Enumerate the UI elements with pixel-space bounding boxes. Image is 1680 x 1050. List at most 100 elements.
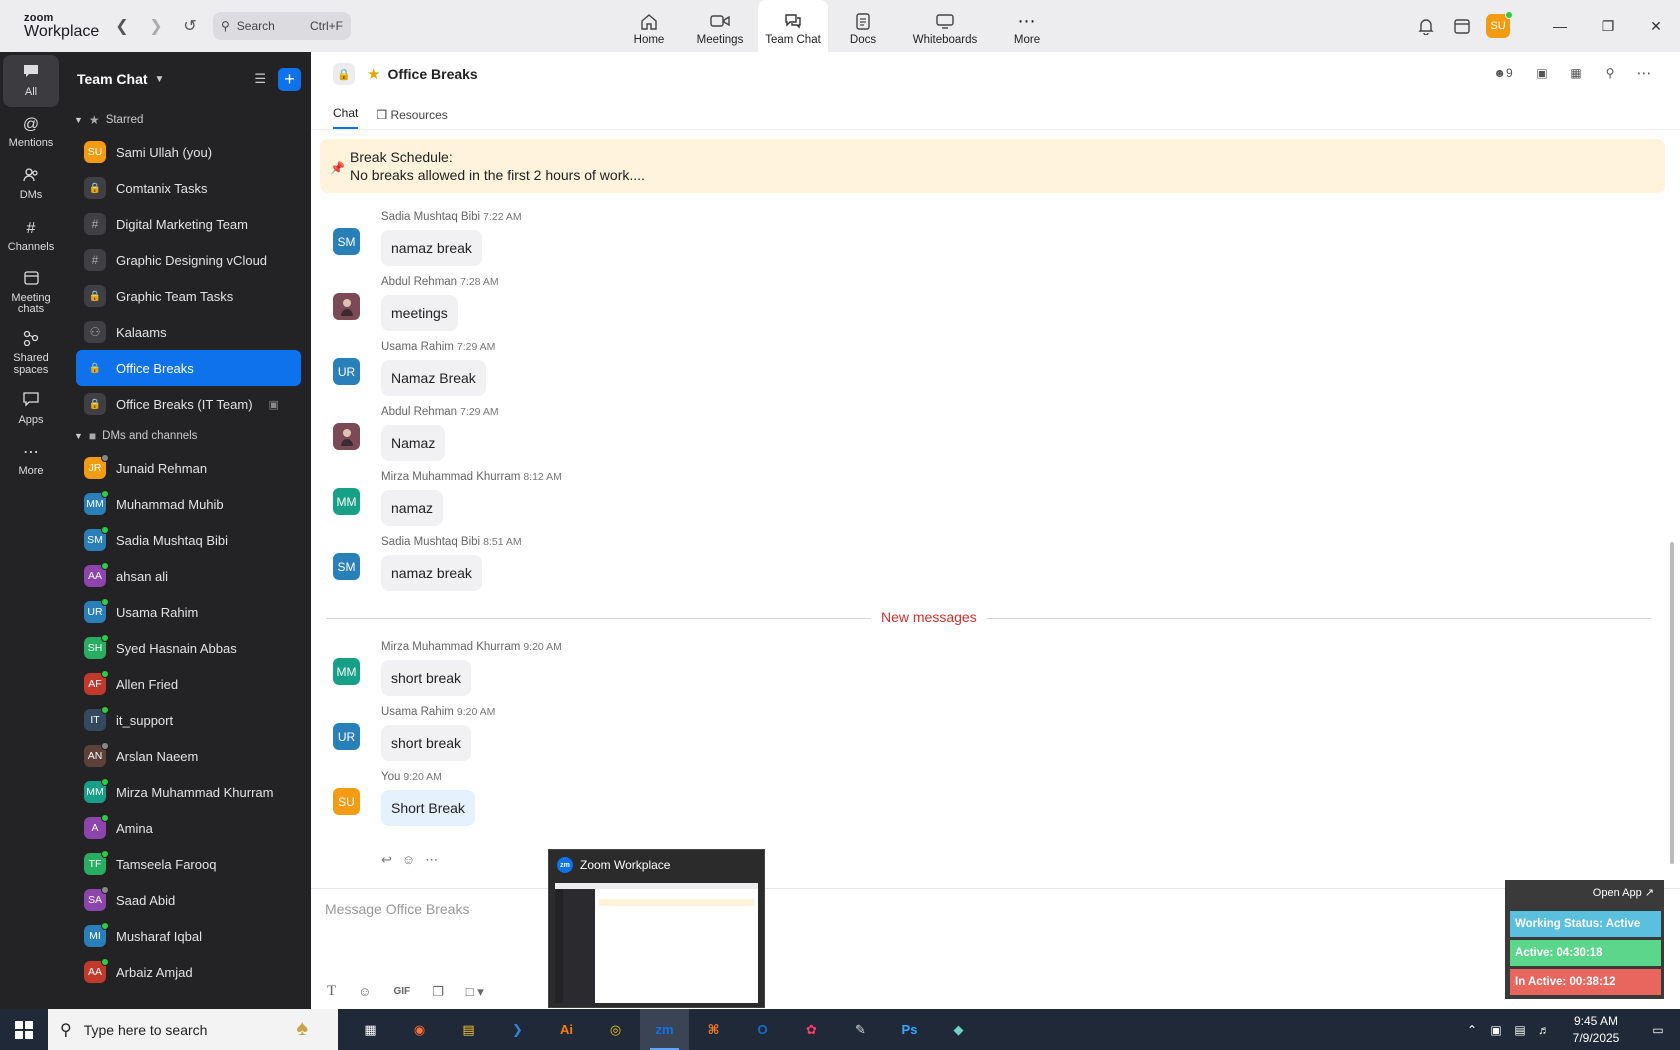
sender-name[interactable]: Sadia Mushtaq Bibi [381, 211, 480, 223]
members-button[interactable]: ☻9 [1488, 66, 1518, 80]
sidebar-item-dm[interactable]: SM Sadia Mushtaq Bibi [62, 522, 301, 558]
rail-meeting-chats[interactable]: Meeting chats [0, 263, 62, 323]
message-bubble[interactable]: namaz break [381, 555, 482, 591]
taskbar-app-outlook[interactable]: O [738, 1009, 787, 1050]
sender-name[interactable]: Abdul Rehman [381, 276, 457, 288]
avatar[interactable] [333, 293, 360, 320]
tab-meetings[interactable]: Meetings [682, 0, 758, 52]
sender-name[interactable]: Usama Rahim [381, 341, 454, 353]
section-dms[interactable]: ▼ ■ DMs and channels [62, 422, 311, 450]
device-icon[interactable]: ▣ [1484, 1023, 1508, 1037]
sidebar-item-dm[interactable]: AN Arslan Naeem [62, 738, 301, 774]
sidebar-item-dm[interactable]: AA ahsan ali [62, 558, 301, 594]
tab-chat[interactable]: Chat [333, 106, 359, 129]
sidebar-item-dm[interactable]: SA Saad Abid [62, 882, 301, 918]
minimize-button[interactable]: — [1536, 18, 1584, 34]
tab-team-chat[interactable]: Team Chat [758, 0, 828, 52]
close-button[interactable]: ✕ [1632, 18, 1680, 35]
chevron-up-icon[interactable]: ⌃ [1460, 1023, 1484, 1037]
file-icon[interactable]: ❐ [432, 984, 444, 1000]
sidebar-item-dm[interactable]: A Amina [62, 810, 301, 846]
rail-all[interactable]: All [3, 55, 59, 107]
new-chat-button[interactable]: + [278, 67, 301, 91]
taskbar-app-chrome[interactable]: ◎ [591, 1009, 640, 1050]
forward-icon[interactable]: ❯ [139, 11, 173, 41]
taskbar-app-illustrator[interactable]: Ai [542, 1009, 591, 1050]
clock[interactable]: 9:45 AM 7/9/2025 [1556, 1013, 1636, 1047]
rail-dms[interactable]: DMs [0, 159, 62, 211]
sidebar-item[interactable]: 🔒 Comtanix Tasks [62, 170, 301, 206]
gif-icon[interactable]: GIF [393, 986, 410, 997]
back-icon[interactable]: ❮ [105, 11, 139, 41]
taskbar-app-taskview[interactable]: ▦ [346, 1009, 395, 1050]
sender-name[interactable]: Abdul Rehman [381, 406, 457, 418]
sidebar-item[interactable]: SU Sami Ullah (you) [62, 134, 301, 170]
sender-name[interactable]: Mirza Muhammad Khurram [381, 471, 520, 483]
chevron-down-icon[interactable]: ▼ [155, 74, 165, 85]
calendar-icon[interactable]: ▦ [1566, 66, 1586, 80]
avatar[interactable]: SM [333, 553, 360, 580]
rail-apps[interactable]: Apps [0, 383, 62, 435]
emoji-icon[interactable]: ☺ [402, 852, 415, 868]
sidebar-item-dm[interactable]: TF Tamseela Farooq [62, 846, 301, 882]
sidebar-title[interactable]: Team Chat [77, 71, 148, 87]
taskbar-app-explorer[interactable]: ▤ [444, 1009, 493, 1050]
taskbar-app-zoom[interactable]: zm [640, 1009, 689, 1050]
search-box[interactable]: ⚲ Search Ctrl+F [213, 12, 351, 40]
message-bubble[interactable]: short break [381, 660, 472, 696]
message-bubble[interactable]: Namaz [381, 425, 446, 461]
emoji-icon[interactable]: ☺ [358, 984, 371, 999]
sidebar-item-dm[interactable]: MM Muhammad Muhib [62, 486, 301, 522]
open-app-link[interactable]: Open App ↗ [1593, 886, 1654, 899]
tab-home[interactable]: Home [616, 0, 682, 52]
sidebar-item-dm[interactable]: MM Mirza Muhammad Khurram [62, 774, 301, 810]
reply-icon[interactable]: ↩ [381, 852, 392, 868]
more-icon[interactable]: ⋯ [1634, 64, 1654, 82]
taskbar-app-inkscape[interactable]: ✎ [836, 1009, 885, 1050]
rail-shared-spaces[interactable]: Shared spaces [0, 323, 62, 383]
sidebar-item[interactable]: # Digital Marketing Team [62, 206, 301, 242]
avatar[interactable]: MM [333, 488, 360, 515]
pinned-message[interactable]: 📌 Break Schedule: No breaks allowed in t… [320, 139, 1665, 193]
sender-name[interactable]: Usama Rahim [381, 706, 454, 718]
taskbar-app-vscode[interactable]: ❯ [493, 1009, 542, 1050]
sidebar-item-dm[interactable]: JR Junaid Rehman [62, 450, 301, 486]
message-bubble[interactable]: namaz break [381, 230, 482, 266]
tab-resources[interactable]: ❐ Resources [376, 108, 447, 129]
sidebar-item-dm[interactable]: SH Syed Hasnain Abbas [62, 630, 301, 666]
taskbar-preview[interactable]: zm Zoom Workplace [548, 849, 765, 1008]
avatar[interactable] [333, 423, 360, 450]
sidebar-item-dm[interactable]: AF Allen Fried [62, 666, 301, 702]
sender-name[interactable]: Mirza Muhammad Khurram [381, 641, 520, 653]
star-icon[interactable]: ★ [367, 65, 380, 83]
tab-docs[interactable]: Docs [828, 0, 898, 52]
rail-channels[interactable]: # Channels [0, 211, 62, 263]
taskbar-app-xampp[interactable]: ⌘ [689, 1009, 738, 1050]
message-bubble[interactable]: namaz [381, 490, 444, 526]
search-icon[interactable]: ⚲ [1600, 66, 1620, 80]
sender-name[interactable]: Sadia Mushtaq Bibi [381, 536, 480, 548]
taskbar-app-photoshop[interactable]: Ps [885, 1009, 934, 1050]
avatar[interactable]: UR [333, 723, 360, 750]
message-bubble[interactable]: Short Break [381, 790, 475, 826]
maximize-button[interactable]: ❐ [1584, 18, 1632, 35]
message-bubble[interactable]: meetings [381, 295, 458, 331]
tab-whiteboards[interactable]: Whiteboards [898, 0, 992, 52]
avatar[interactable]: SM [333, 228, 360, 255]
message-bubble[interactable]: Namaz Break [381, 360, 486, 396]
taskbar-app-app[interactable]: ◆ [934, 1009, 983, 1050]
video-icon[interactable]: ▣ [1532, 66, 1552, 80]
sidebar-item-dm[interactable]: UR Usama Rahim [62, 594, 301, 630]
avatar[interactable]: UR [333, 358, 360, 385]
windows-start-icon[interactable] [0, 1020, 48, 1039]
notification-icon[interactable]: ▭ [1636, 1023, 1680, 1037]
sidebar-item-dm[interactable]: IT it_support [62, 702, 301, 738]
sidebar-item[interactable]: 🔒 Office Breaks (IT Team) ▣ [62, 386, 301, 422]
more-icon[interactable]: ⋯ [425, 852, 438, 868]
rail-more[interactable]: ⋯ More [0, 435, 62, 487]
section-starred[interactable]: ▼ ★ Starred [62, 106, 311, 134]
sidebar-item-dm[interactable]: AA Arbaiz Amjad [62, 954, 301, 990]
format-icon[interactable]: T [327, 983, 336, 1000]
network-icon[interactable]: ▤ [1508, 1023, 1532, 1037]
taskbar-search[interactable]: ⚲ Type here to search ♠ [48, 1009, 338, 1050]
